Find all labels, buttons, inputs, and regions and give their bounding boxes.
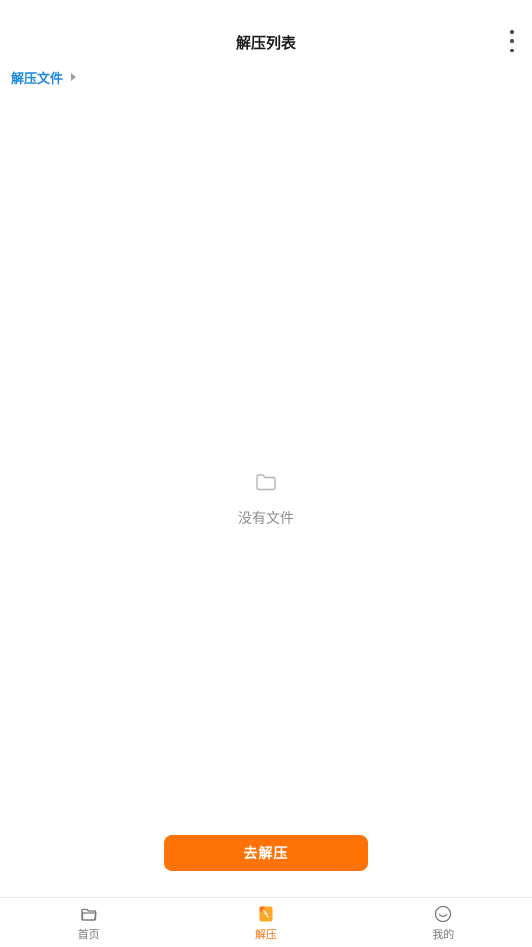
tab-home-label: 首页 [77,928,100,941]
folder-open-icon [81,908,97,921]
tab-extract[interactable]: 解压 [177,898,354,947]
archive-file-icon [259,906,273,922]
bottom-tab-bar: 首页 解压 我的 [0,897,532,947]
empty-state: 没有文件 [0,470,532,528]
tab-profile-label: 我的 [432,928,455,941]
tab-home[interactable]: 首页 [0,898,177,947]
page-title: 解压列表 [235,34,296,52]
tab-extract-label: 解压 [254,928,277,941]
more-vertical-icon[interactable] [504,30,520,52]
smiley-icon [435,905,452,923]
empty-state-text: 没有文件 [238,511,294,527]
breadcrumb-item-extract-files[interactable]: 解压文件 [11,68,63,87]
go-extract-button[interactable]: 去解压 [164,835,368,871]
top-app-bar: 解压列表 [0,0,532,80]
folder-icon [256,474,276,491]
tab-profile[interactable]: 我的 [355,898,532,947]
chevron-right-icon [71,73,77,81]
breadcrumb: 解压文件 [11,68,77,87]
